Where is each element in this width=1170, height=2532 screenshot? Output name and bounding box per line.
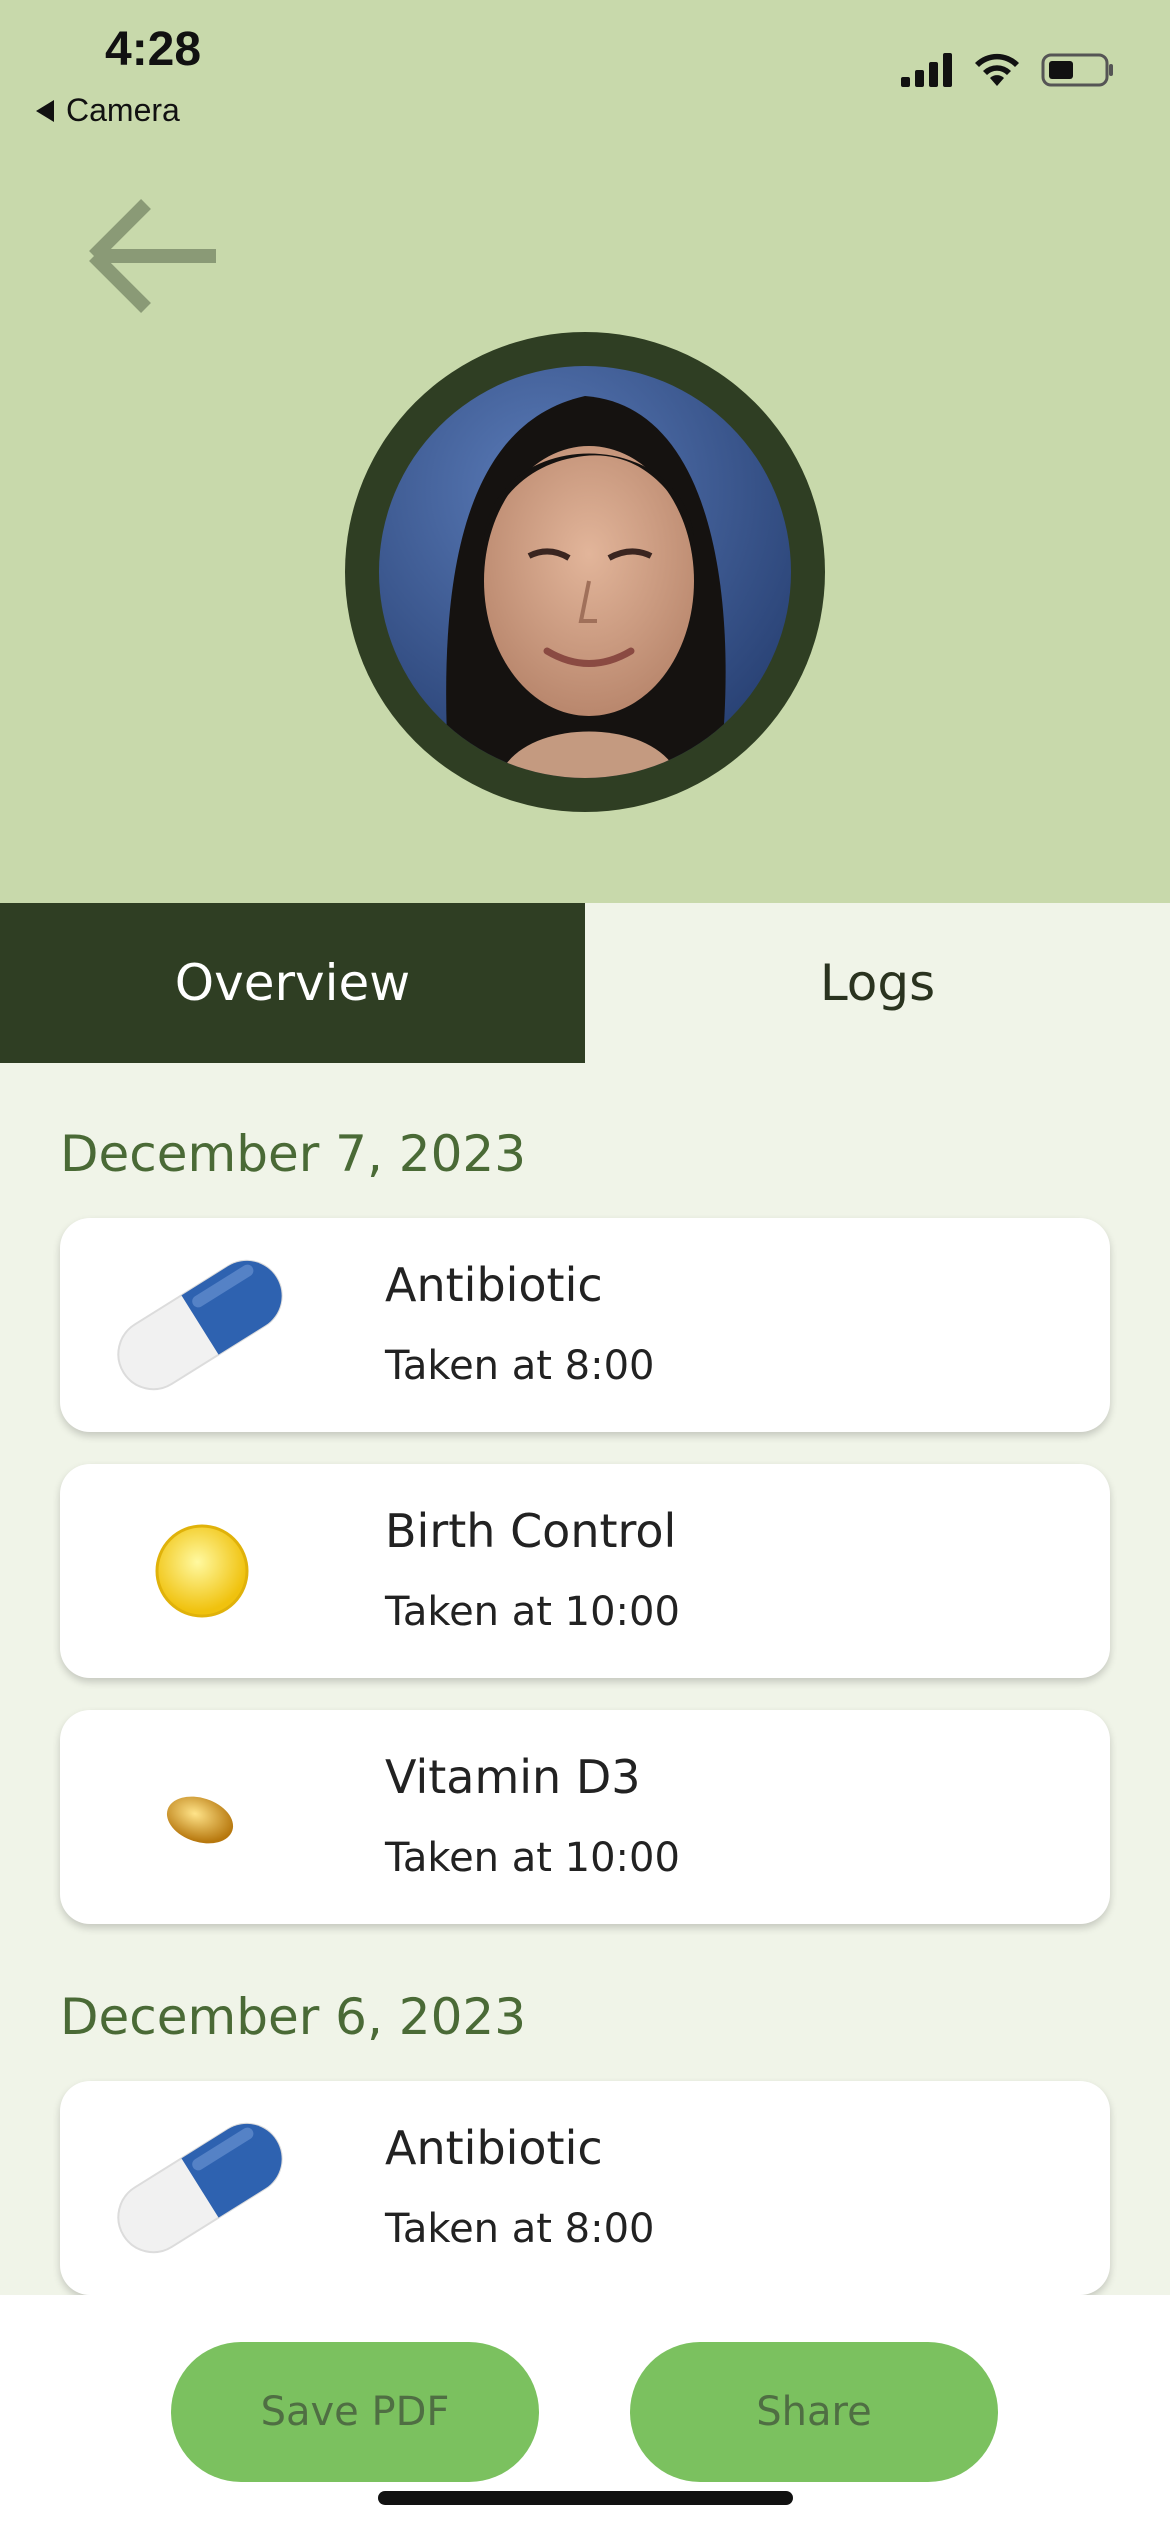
battery-icon bbox=[1041, 53, 1113, 87]
tab-overview[interactable]: Overview bbox=[0, 903, 585, 1063]
medication-card[interactable]: Vitamin D3 Taken at 10:00 bbox=[60, 1710, 1110, 1924]
avatar-ring bbox=[345, 332, 825, 812]
status-icons bbox=[901, 52, 1115, 88]
date-heading: December 6, 2023 bbox=[60, 1988, 527, 2046]
status-time: 4:28 bbox=[105, 23, 202, 76]
tab-bar: Overview Logs bbox=[0, 903, 1170, 1063]
medication-time: Taken at 8:00 bbox=[385, 1343, 655, 1389]
signal-icon bbox=[901, 53, 952, 87]
profile-header: 4:28 Camera bbox=[0, 0, 1170, 903]
back-arrow-icon[interactable] bbox=[86, 196, 226, 316]
medication-name: Vitamin D3 bbox=[385, 1750, 641, 1804]
save-pdf-button[interactable]: Save PDF bbox=[171, 2342, 539, 2482]
back-triangle-icon bbox=[36, 99, 54, 122]
back-to-app[interactable]: Camera bbox=[36, 92, 180, 129]
share-button[interactable]: Share bbox=[630, 2342, 998, 2482]
medication-time: Taken at 10:00 bbox=[385, 1835, 680, 1881]
capsule-icon bbox=[117, 2122, 283, 2254]
avatar-photo-icon bbox=[379, 366, 791, 778]
medication-time: Taken at 8:00 bbox=[385, 2206, 655, 2252]
tab-logs[interactable]: Logs bbox=[585, 903, 1170, 1063]
medication-card[interactable]: Birth Control Taken at 10:00 bbox=[60, 1464, 1110, 1678]
medication-name: Antibiotic bbox=[385, 2121, 603, 2175]
avatar[interactable] bbox=[379, 366, 791, 778]
medication-card[interactable]: Antibiotic Taken at 8:00 bbox=[60, 1218, 1110, 1432]
medication-card[interactable]: Antibiotic Taken at 8:00 bbox=[60, 2081, 1110, 2295]
medication-name: Antibiotic bbox=[385, 1258, 603, 1312]
softgel-icon bbox=[166, 1796, 234, 1844]
date-heading: December 7, 2023 bbox=[60, 1125, 527, 1183]
home-indicator bbox=[378, 2491, 793, 2505]
wifi-icon bbox=[975, 53, 1019, 86]
medication-time: Taken at 10:00 bbox=[385, 1589, 680, 1635]
back-app-label: Camera bbox=[66, 92, 180, 128]
yellow-pill-icon bbox=[155, 1524, 249, 1618]
capsule-icon bbox=[117, 1259, 283, 1391]
medication-name: Birth Control bbox=[385, 1504, 677, 1558]
